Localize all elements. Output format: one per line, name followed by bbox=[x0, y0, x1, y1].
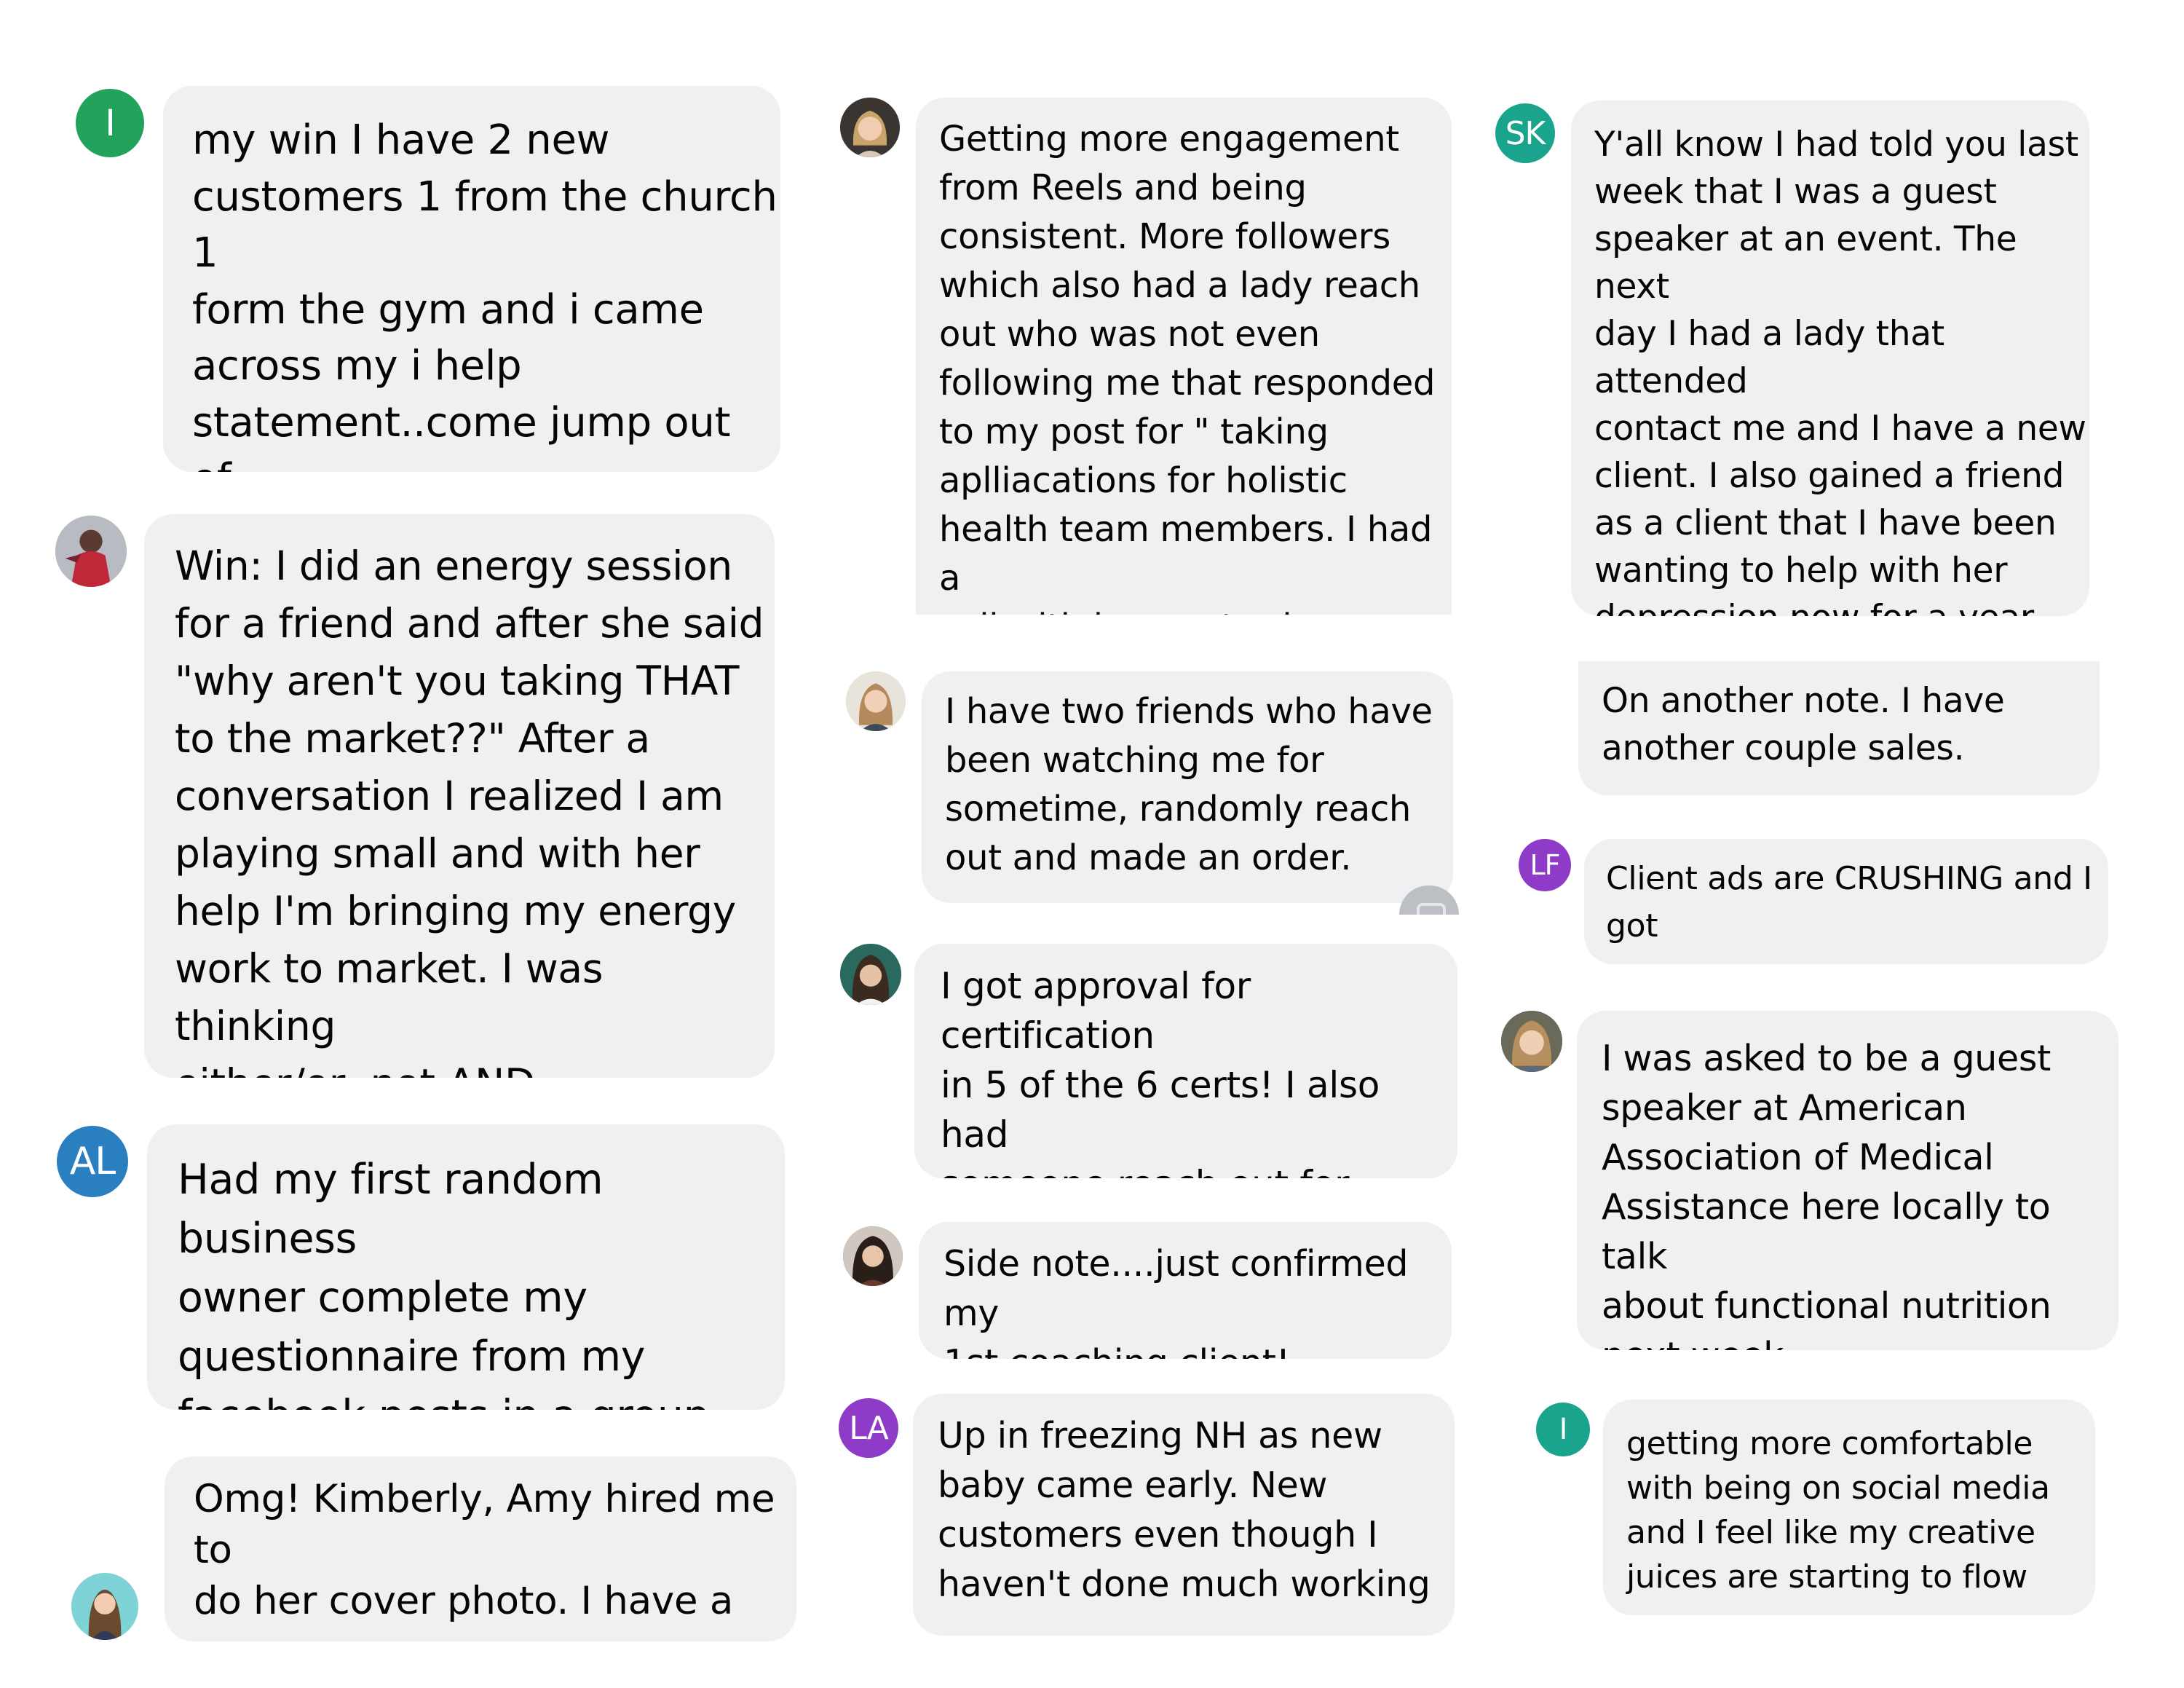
message-text: I have two friends who have been watchin… bbox=[945, 691, 1433, 878]
profile-photo-avatar[interactable] bbox=[71, 1573, 138, 1640]
profile-photo-icon bbox=[840, 98, 900, 157]
message-text: On another note. I have another couple s… bbox=[1602, 681, 2005, 768]
profile-photo-avatar[interactable] bbox=[843, 1226, 903, 1286]
avatar-initials: I bbox=[105, 102, 116, 144]
message-text: Side note....just confirmed my 1st coach… bbox=[943, 1243, 1409, 1359]
profile-photo-icon bbox=[71, 1573, 138, 1640]
initial-avatar[interactable]: AL bbox=[57, 1126, 128, 1197]
message-text: Getting more engagement from Reels and b… bbox=[939, 119, 1436, 615]
profile-photo-icon bbox=[55, 516, 127, 587]
message-bubble[interactable]: I have two friends who have been watchin… bbox=[922, 671, 1453, 903]
message-bubble[interactable]: On another note. I have another couple s… bbox=[1578, 661, 2100, 795]
initial-avatar[interactable]: SK bbox=[1495, 103, 1555, 163]
profile-photo-icon bbox=[846, 671, 906, 731]
message-text: Omg! Kimberly, Amy hired me to do her co… bbox=[194, 1474, 796, 1641]
profile-photo-avatar[interactable] bbox=[1501, 1011, 1562, 1072]
avatar-initials: SK bbox=[1505, 114, 1546, 152]
profile-photo-icon bbox=[843, 1226, 903, 1286]
message-bubble[interactable]: Y'all know I had told you last week that… bbox=[1571, 100, 2089, 616]
message-text: Up in freezing NH as new baby came early… bbox=[938, 1415, 1431, 1605]
initial-avatar[interactable]: LA bbox=[839, 1398, 898, 1458]
avatar-initials: LA bbox=[849, 1409, 889, 1447]
initial-avatar[interactable]: I bbox=[1536, 1403, 1590, 1456]
profile-photo-avatar[interactable] bbox=[840, 98, 900, 157]
message-bubble[interactable]: I was asked to be a guest speaker at Ame… bbox=[1577, 1011, 2118, 1350]
message-text: Had my first random business owner compl… bbox=[178, 1156, 710, 1410]
profile-photo-avatar[interactable] bbox=[55, 516, 127, 587]
message-text: I got approval for certification in 5 of… bbox=[941, 965, 1380, 1178]
message-bubble[interactable]: getting more comfortable with being on s… bbox=[1603, 1400, 2095, 1615]
message-bubble[interactable]: Omg! Kimberly, Amy hired me to do her co… bbox=[165, 1456, 796, 1641]
profile-photo-avatar[interactable] bbox=[840, 944, 901, 1005]
message-text: my win I have 2 new customers 1 from the… bbox=[192, 117, 778, 472]
message-text: getting more comfortable with being on s… bbox=[1626, 1425, 2050, 1596]
message-bubble[interactable]: Getting more engagement from Reels and b… bbox=[916, 98, 1452, 615]
message-bubble[interactable]: Up in freezing NH as new baby came early… bbox=[913, 1394, 1455, 1636]
initial-avatar[interactable]: LF bbox=[1519, 839, 1571, 891]
profile-photo-icon bbox=[1501, 1011, 1562, 1072]
raising-hands-emoji bbox=[310, 1627, 364, 1641]
party-face-emoji bbox=[1843, 950, 1886, 964]
profile-photo-avatar[interactable] bbox=[846, 671, 906, 731]
message-bubble[interactable]: Had my first random business owner compl… bbox=[147, 1124, 785, 1410]
avatar-initials: I bbox=[1559, 1413, 1568, 1446]
message-bubble[interactable]: Side note....just confirmed my 1st coach… bbox=[919, 1222, 1452, 1359]
message-text: Y'all know I had told you last week that… bbox=[1594, 125, 2086, 616]
message-bubble[interactable]: Win: I did an energy session for a frien… bbox=[144, 514, 775, 1078]
avatar-initials: LF bbox=[1530, 849, 1560, 881]
message-bubble[interactable]: I got approval for certification in 5 of… bbox=[914, 944, 1457, 1178]
message-text: Client ads are CRUSHING and I got my new… bbox=[1606, 855, 2108, 964]
initial-avatar[interactable]: I bbox=[76, 89, 144, 157]
message-bubble[interactable]: Client ads are CRUSHING and I got my new… bbox=[1584, 839, 2108, 964]
message-bubble[interactable]: my win I have 2 new customers 1 from the… bbox=[163, 86, 780, 472]
profile-photo-icon bbox=[840, 944, 901, 1005]
message-text: I was asked to be a guest speaker at Ame… bbox=[1602, 1038, 2052, 1350]
avatar-initials: AL bbox=[69, 1140, 116, 1183]
message-text: Win: I did an energy session for a frien… bbox=[175, 543, 764, 1078]
